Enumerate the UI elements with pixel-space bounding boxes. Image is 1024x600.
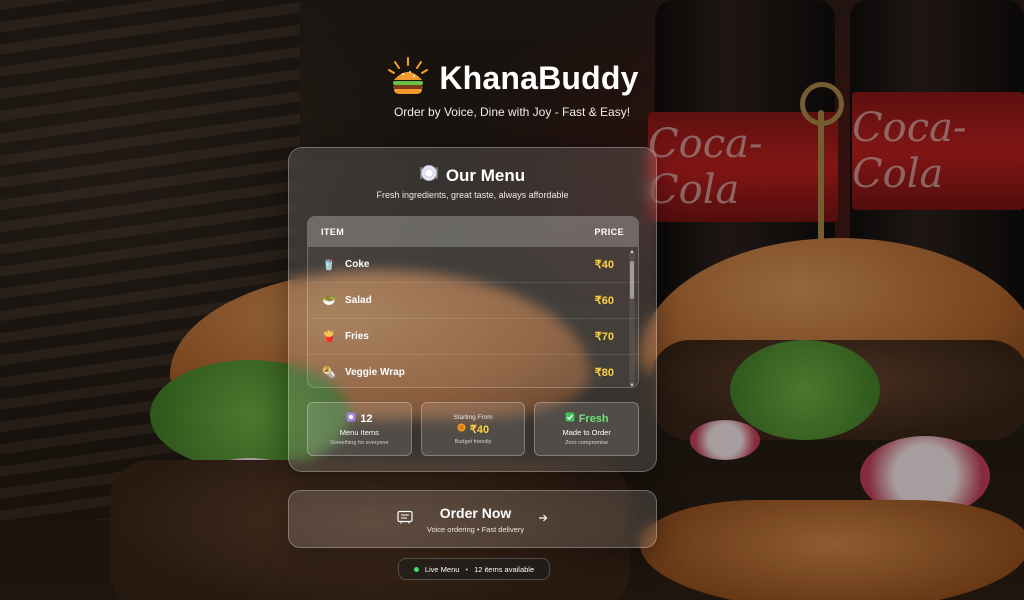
stat-value: 12 (360, 412, 373, 425)
stat-mini-label: Starting From (453, 413, 493, 421)
item-name: Coke (345, 259, 370, 270)
tagline: Order by Voice, Dine with Joy - Fast & E… (393, 105, 631, 119)
order-subtitle: Voice ordering • Fast delivery (426, 524, 525, 534)
item-name: Veggie Wrap (345, 367, 405, 378)
stat-label: Menu Items (339, 428, 379, 437)
stat-freshness: Fresh Made to Order Zero compromise (534, 402, 640, 456)
stat-starting-price: Starting From ₹40 Budget friendly (420, 402, 526, 456)
live-dot-icon (413, 566, 419, 572)
live-label: Live Menu (424, 564, 460, 574)
brand: KhanaBuddy (0, 56, 1024, 101)
table-scrollbar[interactable]: ▲ ▼ (629, 249, 635, 387)
item-price: ₹60 (594, 295, 614, 307)
item-price: ₹70 (594, 331, 614, 343)
table-row[interactable]: 🌯 Veggie Wrap ₹80 (308, 355, 638, 387)
menu-header: Our Menu (289, 164, 656, 187)
menu-card: Our Menu Fresh ingredients, great taste,… (288, 147, 657, 472)
scroll-up-icon[interactable]: ▲ (629, 249, 635, 255)
table-row[interactable]: 🍟 Fries ₹70 (308, 319, 638, 355)
check-icon (565, 412, 575, 425)
menu-board-icon (397, 510, 413, 529)
item-price: ₹80 (594, 367, 614, 379)
menu-title: Our Menu (445, 165, 526, 185)
coin-icon (457, 423, 466, 435)
salad-icon: 🥗 (322, 295, 336, 307)
stat-note: Zero compromise (565, 440, 609, 446)
table-row[interactable]: 🥤 Coke ₹40 (308, 247, 638, 283)
stat-note: Something for everyone (330, 440, 389, 446)
status-separator: • (465, 564, 469, 574)
menu-table[interactable]: ITEM PRICE 🥤 Coke ₹40 🥗 Salad ₹60 🍟 Frie… (307, 216, 639, 388)
scroll-thumb[interactable] (630, 261, 634, 299)
wrap-icon: 🌯 (322, 367, 336, 379)
plate-icon (420, 164, 438, 187)
stat-note: Budget friendly (454, 438, 492, 445)
column-item: ITEM (321, 227, 345, 237)
drink-icon: 🥤 (322, 259, 336, 271)
stat-value: Fresh (578, 412, 609, 425)
item-name: Fries (345, 331, 369, 342)
table-row[interactable]: 🥗 Salad ₹60 (308, 283, 638, 319)
status-badge: Live Menu • 12 items available (398, 558, 550, 580)
scroll-down-icon[interactable]: ▼ (629, 383, 635, 387)
count-icon (346, 412, 356, 425)
stats-row: 12 Menu Items Something for everyone Sta… (307, 402, 640, 456)
fries-icon: 🍟 (322, 331, 336, 343)
order-title: Order Now (439, 504, 512, 521)
table-header: ITEM PRICE (308, 217, 638, 247)
item-name: Salad (345, 295, 372, 306)
menu-subtitle: Fresh ingredients, great taste, always a… (376, 190, 569, 200)
burger-icon (385, 56, 431, 101)
arrow-right-icon (538, 510, 548, 528)
order-now-button[interactable]: Order Now Voice ordering • Fast delivery (288, 490, 657, 548)
items-available: 12 items available (474, 564, 535, 574)
column-price: PRICE (594, 227, 624, 237)
stat-value: ₹40 (469, 423, 490, 436)
stat-label: Made to Order (562, 428, 611, 437)
stat-menu-items: 12 Menu Items Something for everyone (307, 402, 412, 456)
item-price: ₹40 (594, 259, 614, 271)
brand-title: KhanaBuddy (439, 60, 639, 96)
